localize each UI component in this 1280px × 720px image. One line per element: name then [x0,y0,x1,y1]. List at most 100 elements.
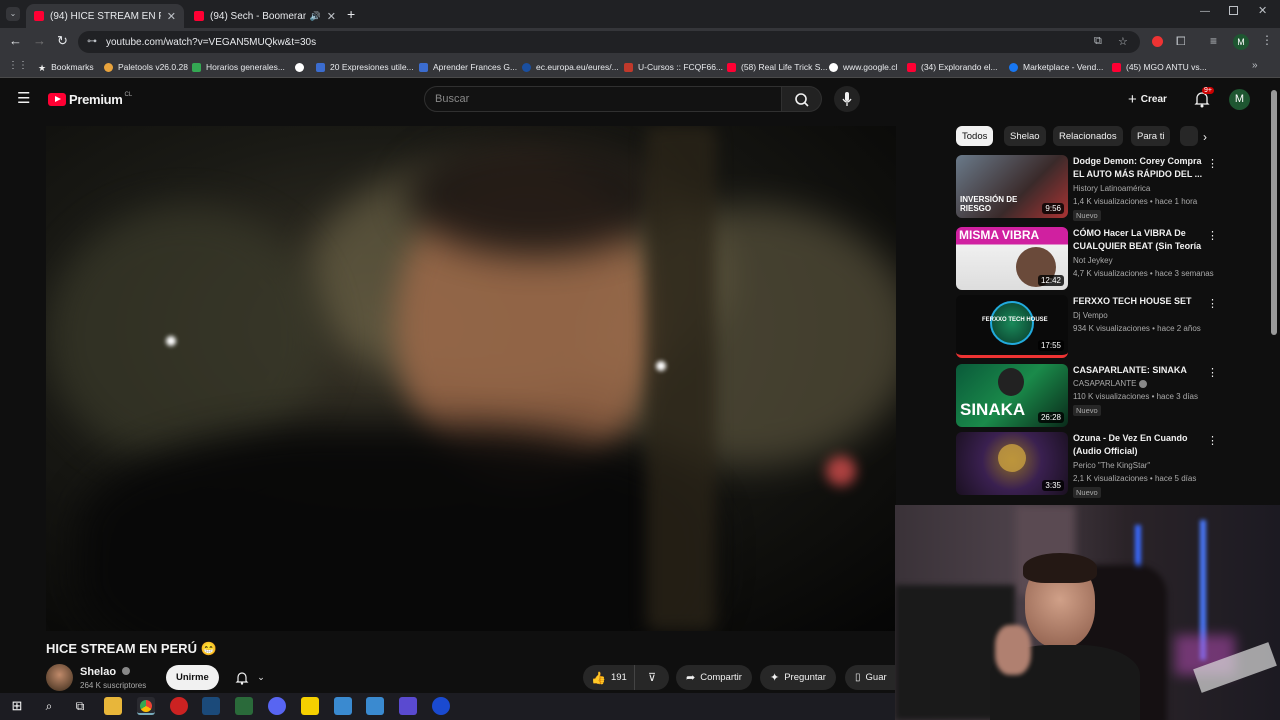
browser-tab[interactable]: (94) Sech - Boomerang [Au 🔊 ✕ [186,4,344,28]
account-avatar[interactable]: M [1229,89,1250,110]
dislike-button[interactable]: ⊽ [635,671,669,684]
bookmark-item[interactable]: (34) Explorando el... [907,59,998,75]
app-taskbar-icon[interactable] [235,697,253,715]
bookmark-item[interactable]: Marketplace - Vend... [1009,59,1103,75]
notifications-button[interactable]: 9+ [1194,87,1214,108]
bookmark-item[interactable]: ec.europa.eu/eures/... [522,59,619,75]
bookmark-item[interactable]: (45) MGO ANTU vs... [1112,59,1207,75]
site-info-icon[interactable]: ⊶ [87,36,97,47]
channel-name[interactable]: Dj Vempo [1073,311,1108,320]
address-bar[interactable]: ⊶ youtube.com/watch?v=VEGAN5MUQkw&t=30s … [78,31,1140,53]
video-thumbnail[interactable]: SINAKA 26:28 [956,364,1068,427]
maximize-icon[interactable] [1229,6,1238,15]
like-button[interactable]: 👍 191 [583,665,635,690]
minimize-icon[interactable]: — [1200,6,1210,17]
calendar-taskbar-icon[interactable] [334,697,352,715]
chevron-right-icon[interactable]: › [1203,130,1207,144]
hamburger-menu-icon[interactable]: ☰ [17,91,30,107]
channel-name[interactable]: History Latinoamérica [1073,184,1150,193]
back-icon[interactable]: ← [9,33,22,48]
bookmark-item[interactable]: Paletools v26.0.28 [104,59,188,75]
voice-search-button[interactable] [834,86,860,112]
more-actions-icon[interactable]: ⋮ [1207,366,1218,379]
channel-name[interactable]: Perico "The KingStar" [1073,461,1150,470]
bookmark-item[interactable]: Horarios generales... [192,59,285,75]
video-thumbnail[interactable]: MISMA VIBRA 12:42 [956,227,1068,290]
channel-avatar[interactable] [46,664,73,691]
app-taskbar-icon[interactable] [170,697,188,715]
chip-todos[interactable]: Todos [956,126,994,146]
chip-para-ti[interactable]: Para ti [1131,126,1171,146]
browser-menu-icon[interactable]: ⋮ [1261,33,1273,47]
steam-taskbar-icon[interactable] [202,697,220,715]
recommendation-title[interactable]: Ozuna - De Vez En Cuando (Audio Official… [1073,432,1207,458]
close-window-icon[interactable]: ✕ [1258,4,1267,17]
recommendation-item[interactable]: SINAKA 26:28 CASAPARLANTE: SINAKA CASAPA… [956,364,1218,428]
more-actions-icon[interactable]: ⋮ [1207,434,1218,447]
video-thumbnail[interactable]: FERXXO TECH HOUSE 17:55 [956,295,1068,358]
more-actions-icon[interactable]: ⋮ [1207,157,1218,170]
chip-relacionados[interactable]: Relacionados [1053,126,1123,146]
google-bookmark[interactable] [295,59,309,75]
tab-close-icon[interactable]: ✕ [327,10,336,23]
subscribe-notify-button[interactable]: ⌄ [225,665,275,690]
recommendation-item[interactable]: MISMA VIBRA 12:42 CÓMO Hacer La VIBRA De… [956,227,1218,291]
video-thumbnail[interactable]: 3:35 [956,432,1068,495]
notes-taskbar-icon[interactable] [301,697,319,715]
search-button[interactable] [782,86,822,112]
more-actions-icon[interactable]: ⋮ [1207,229,1218,242]
search-input[interactable]: Buscar [424,86,782,112]
more-actions-icon[interactable]: ⋮ [1207,297,1218,310]
recommendation-title[interactable]: CÓMO Hacer La VIBRA De CUALQUIER BEAT (S… [1073,227,1207,254]
task-view-icon[interactable]: ⧉ [71,697,89,715]
new-tab-button[interactable]: + [347,6,355,22]
apps-grid-icon[interactable]: ⋮⋮ [8,60,28,71]
taskbar-search-icon[interactable]: ⌕ [40,697,58,715]
install-app-icon[interactable]: ⧉ [1094,35,1102,48]
ea-taskbar-icon[interactable] [432,697,450,715]
windows-start-icon[interactable]: ⊞ [8,697,26,715]
calculator-taskbar-icon[interactable] [366,697,384,715]
chrome-taskbar-icon[interactable] [137,697,155,715]
app-taskbar-icon[interactable] [399,697,417,715]
video-player[interactable] [46,126,896,631]
create-button[interactable]: + Crear [1128,91,1167,108]
tab-close-icon[interactable]: ✕ [167,10,176,23]
bookmark-item[interactable]: 20 Expresiones utile... [316,59,414,75]
channel-name[interactable]: Shelao [80,666,131,678]
bookmark-item[interactable]: www.google.cl [829,59,897,75]
bookmark-item[interactable]: ★ Bookmarks [38,59,94,75]
page-scrollbar[interactable] [1271,90,1277,335]
channel-name[interactable]: Not Jeykey [1073,256,1113,265]
extensions-puzzle-icon[interactable]: ⧠ [1176,34,1186,49]
bookmark-item[interactable]: Aprender Frances G... [419,59,517,75]
extension-icon[interactable] [1152,36,1163,47]
recommendation-title[interactable]: FERXXO TECH HOUSE SET [1073,295,1207,308]
recommendation-item[interactable]: INVERSIÓN DE RIESGO 9:56 Dodge Demon: Co… [956,155,1218,221]
bookmark-star-icon[interactable]: ☆ [1118,35,1128,48]
bookmark-item[interactable]: U-Cursos :: FCQF66... [624,59,723,75]
forward-icon[interactable]: → [33,33,46,48]
youtube-premium-logo[interactable]: Premium CL [48,92,132,107]
chip-partial[interactable] [1180,126,1198,146]
recommendation-title[interactable]: Dodge Demon: Corey Compra EL AUTO MÁS RÁ… [1073,155,1207,181]
join-button[interactable]: Unirme [166,665,219,690]
reload-icon[interactable]: ↻ [57,33,68,49]
tab-search-icon[interactable]: ⌄ [6,7,20,21]
recommendation-item[interactable]: 3:35 Ozuna - De Vez En Cuando (Audio Off… [956,432,1218,498]
recommendation-title[interactable]: CASAPARLANTE: SINAKA [1073,364,1207,377]
more-bookmarks-icon[interactable]: » [1252,60,1258,71]
recommendation-item[interactable]: FERXXO TECH HOUSE 17:55 FERXXO TECH HOUS… [956,295,1218,359]
browser-tab-active[interactable]: (94) HICE STREAM EN PERÚ 😁 ✕ [26,4,184,28]
profile-avatar[interactable]: M [1233,34,1249,50]
audio-playing-icon[interactable]: 🔊 [310,11,321,22]
share-button[interactable]: ➦ Compartir [676,665,752,690]
channel-name[interactable]: CASAPARLANTE [1073,379,1147,388]
file-explorer-icon[interactable] [104,697,122,715]
bookmark-item[interactable]: (58) Real Life Trick S... [727,59,827,75]
chip-shelao[interactable]: Shelao [1004,126,1046,146]
ask-button[interactable]: ✦ Preguntar [760,665,836,690]
video-thumbnail[interactable]: INVERSIÓN DE RIESGO 9:56 [956,155,1068,218]
reading-list-icon[interactable]: ≡ [1210,34,1217,48]
discord-taskbar-icon[interactable] [268,697,286,715]
